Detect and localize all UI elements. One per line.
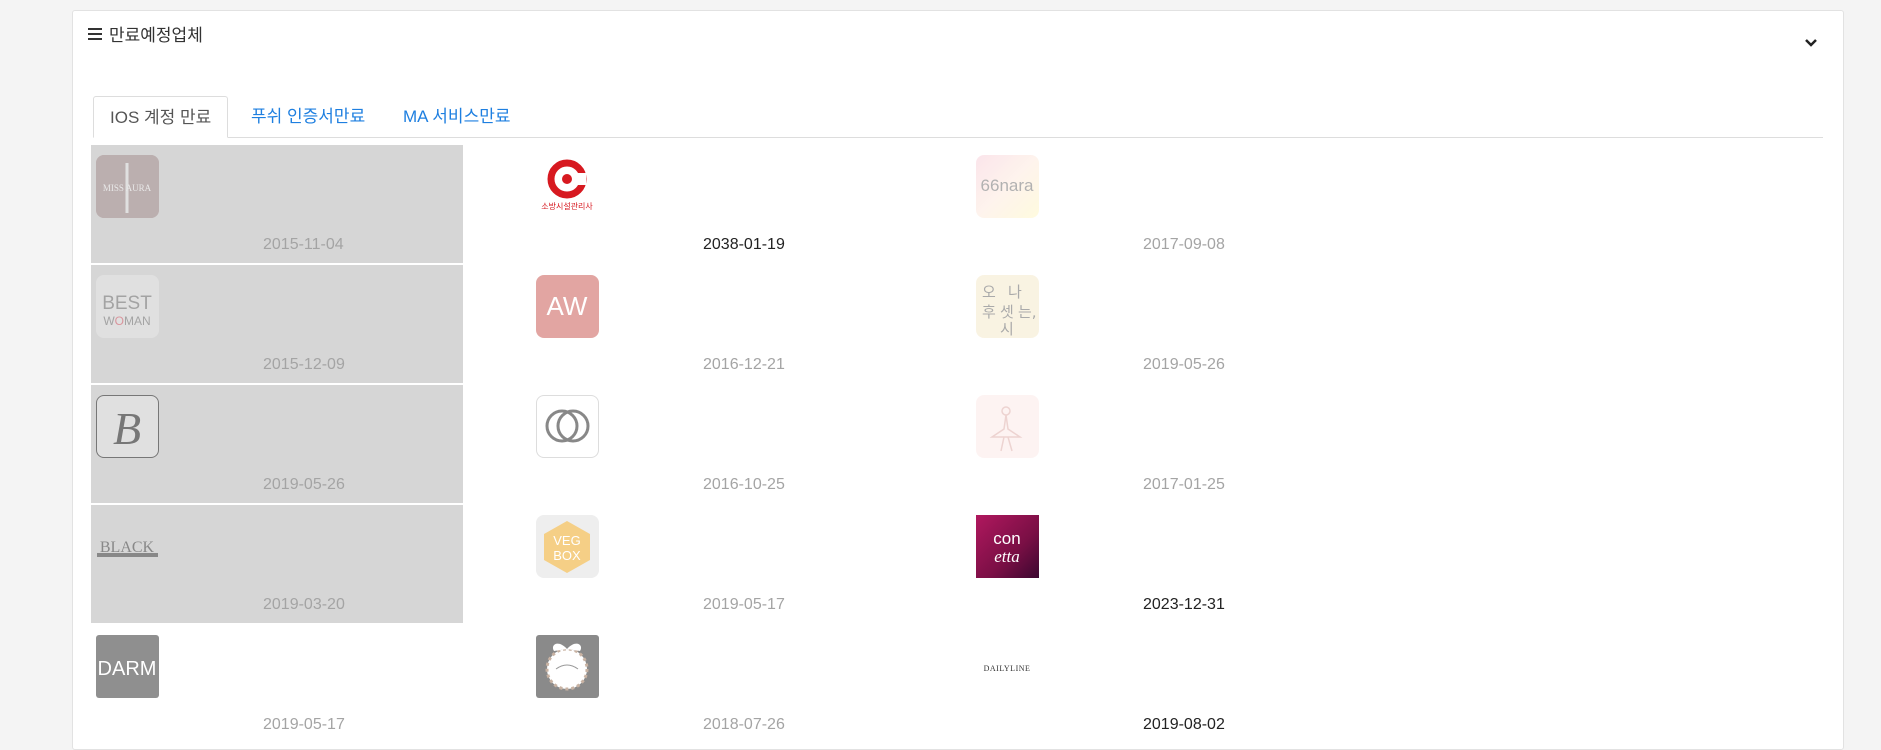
expiry-date: 2016-10-25	[703, 476, 785, 493]
svg-text:셋: 셋	[1000, 303, 1014, 321]
darm-logo-icon: DARM	[96, 635, 159, 698]
svg-text:BOX: BOX	[553, 548, 581, 563]
svg-text:MISS AURA: MISS AURA	[103, 183, 152, 193]
svg-text:con: con	[993, 529, 1020, 548]
ballerina-logo-icon	[976, 395, 1039, 458]
svg-text:66nara: 66nara	[981, 176, 1034, 195]
tab-ios-account-expiry[interactable]: IOS 계정 만료	[93, 96, 229, 138]
svg-text:VEG: VEG	[553, 533, 580, 548]
fruit-logo-icon	[536, 635, 599, 698]
expiry-date: 2017-01-25	[1143, 476, 1225, 493]
expiry-date: 2015-12-09	[263, 356, 345, 373]
runway-fashion-logo-icon: MISS AURA	[96, 155, 159, 218]
monogram-logo-icon	[536, 395, 599, 458]
svg-text:소방시설관리사: 소방시설관리사	[541, 201, 593, 211]
hamburger-icon	[88, 27, 102, 40]
app-card[interactable]: B 2019-05-26	[91, 385, 463, 503]
expiry-date: 2019-05-26	[263, 476, 345, 493]
66nara-logo-icon: 66nara	[976, 155, 1039, 218]
app-card[interactable]: MISS AURA 2015-11-04	[91, 145, 463, 263]
panel-header: 만료예정업체	[88, 21, 203, 46]
tab-bar: IOS 계정 만료 푸쉬 인증서만료 MA 서비스만료	[93, 96, 1823, 138]
vegbox-logo-icon: VEG BOX	[536, 515, 599, 578]
expiry-date: 2023-12-31	[1143, 596, 1225, 613]
app-card[interactable]: 오 나 후 셋 는, 시 2019-05-26	[971, 265, 1343, 383]
app-card[interactable]: con etta 2023-12-31	[971, 505, 1343, 623]
svg-text:etta: etta	[994, 547, 1020, 566]
fire-safety-logo-icon: 소방시설관리사	[536, 155, 599, 218]
expiry-date: 2019-05-26	[1143, 356, 1225, 373]
aw-logo-icon: AW	[536, 275, 599, 338]
conetta-logo-icon: con etta	[976, 515, 1039, 578]
svg-text:는,: 는,	[1018, 303, 1037, 321]
app-card[interactable]: 2018-07-26	[531, 625, 903, 743]
expiry-date: 2019-05-17	[263, 716, 345, 733]
expiry-date: 2019-05-17	[703, 596, 785, 613]
expiry-date: 2019-08-02	[1143, 716, 1225, 733]
svg-text:후: 후	[982, 303, 996, 321]
expiry-date: 2038-01-19	[703, 236, 785, 253]
app-card[interactable]: DAILYLINE 2019-08-02	[971, 625, 1343, 743]
best-woman-logo-icon: BEST WOMAN	[96, 275, 159, 338]
svg-text:WOMAN: WOMAN	[103, 314, 150, 328]
poem-logo-icon: 오 나 후 셋 는, 시	[976, 275, 1039, 338]
svg-text:나: 나	[1008, 283, 1022, 301]
panel-title: 만료예정업체	[109, 26, 203, 45]
app-card[interactable]: DARM 2019-05-17	[91, 625, 463, 743]
svg-text:DAILYLINE: DAILYLINE	[984, 664, 1031, 673]
svg-text:AW: AW	[547, 291, 588, 321]
tab-ma-service-expiry[interactable]: MA 서비스만료	[387, 96, 527, 137]
app-card[interactable]: 66nara 2017-09-08	[971, 145, 1343, 263]
svg-text:오: 오	[982, 283, 996, 301]
tab-push-cert-expiry[interactable]: 푸쉬 인증서만료	[235, 96, 381, 137]
app-card[interactable]: BLACK 2019-03-20	[91, 505, 463, 623]
svg-text:시: 시	[1000, 320, 1014, 338]
expiring-companies-panel: 만료예정업체 IOS 계정 만료 푸쉬 인증서만료 MA 서비스만료 MISS …	[72, 10, 1844, 750]
app-card[interactable]: BEST WOMAN 2015-12-09	[91, 265, 463, 383]
app-card[interactable]: VEG BOX 2019-05-17	[531, 505, 903, 623]
app-card[interactable]: 2017-01-25	[971, 385, 1343, 503]
dailyline-logo-icon: DAILYLINE	[976, 635, 1039, 698]
app-card[interactable]: 소방시설관리사 2038-01-19	[531, 145, 903, 263]
app-card[interactable]: 2016-10-25	[531, 385, 903, 503]
black-logo-icon: BLACK	[96, 515, 159, 578]
script-b-logo-icon: B	[96, 395, 159, 458]
expiry-date: 2019-03-20	[263, 596, 345, 613]
svg-text:B: B	[113, 403, 141, 454]
expiry-date: 2016-12-21	[703, 356, 785, 373]
chevron-down-icon[interactable]	[1803, 35, 1819, 51]
expiry-date: 2017-09-08	[1143, 236, 1225, 253]
app-card[interactable]: AW 2016-12-21	[531, 265, 903, 383]
expiry-date: 2018-07-26	[703, 716, 785, 733]
expiry-date: 2015-11-04	[263, 236, 344, 253]
svg-text:BEST: BEST	[102, 293, 152, 314]
svg-text:DARM: DARM	[98, 658, 157, 680]
